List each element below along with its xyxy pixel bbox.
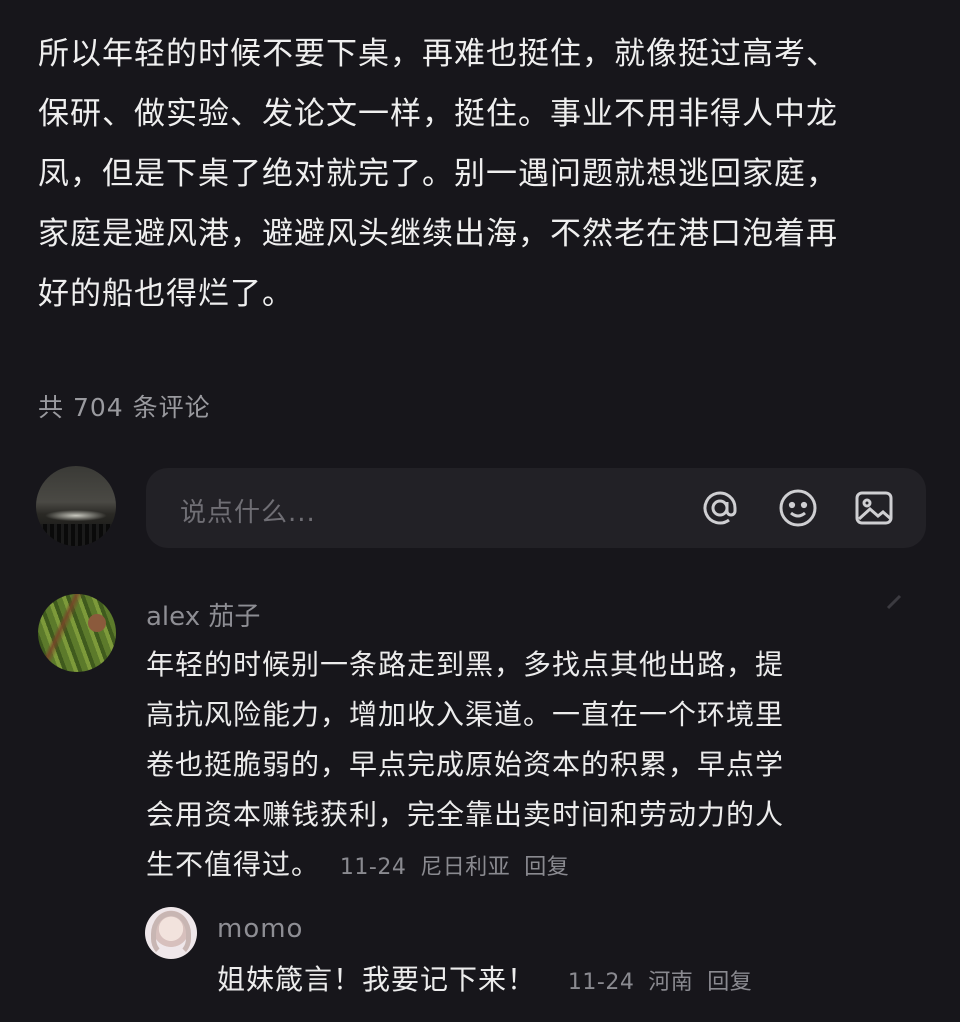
reply-date: 11-24	[567, 970, 635, 995]
reply-location: 河南	[648, 970, 694, 995]
avatar-image-detail	[151, 911, 191, 957]
post-line: 保研、做实验、发论文一样，挺住。事业不用非得人中龙	[38, 96, 838, 132]
comment-reply-button[interactable]: 回复	[524, 855, 569, 880]
commenter-avatar[interactable]	[38, 594, 116, 672]
reply-reply-button[interactable]: 回复	[707, 970, 752, 995]
avatar-image-detail	[36, 524, 116, 546]
at-icon[interactable]	[698, 486, 742, 530]
comment-line: 会用资本赚钱获利，完全靠出卖时间和劳动力的人	[146, 798, 785, 831]
emoji-icon[interactable]	[776, 486, 820, 530]
comment-line: 高抗风险能力，增加收入渠道。一直在一个环境里	[146, 698, 785, 731]
post-line: 家庭是避风港，避避风头继续出海，不然老在港口泡着再	[38, 216, 838, 252]
reply-avatar[interactable]	[145, 907, 197, 959]
comment-last-line: 生不值得过。 11-24 尼日利亚 回复	[146, 840, 846, 893]
image-icon[interactable]	[852, 486, 896, 530]
current-user-avatar[interactable]	[36, 466, 116, 546]
post-line: 所以年轻的时候不要下桌，再难也挺住，就像挺过高考、	[38, 36, 838, 72]
comment-line: 生不值得过。	[146, 848, 321, 881]
post-body: 所以年轻的时候不要下桌，再难也挺住，就像挺过高考、 保研、做实验、发论文一样，挺…	[38, 24, 933, 324]
comment-count: 共 704 条评论	[38, 393, 211, 422]
reply-body: 姐妹箴言！我要记下来！ 11-24 河南 回复	[217, 955, 752, 1008]
reply-username[interactable]: momo	[217, 914, 303, 944]
comment-body: 年轻的时候别一条路走到黑，多找点其他出路，提 高抗风险能力，增加收入渠道。一直在…	[146, 640, 846, 893]
comment-username[interactable]: alex 茄子	[146, 596, 260, 633]
comment-input[interactable]: 说点什么...	[146, 468, 926, 548]
reply-text: 姐妹箴言！我要记下来！	[217, 963, 537, 996]
post-line: 好的船也得烂了。	[38, 276, 294, 312]
comment-line: 卷也挺脆弱的，早点完成原始资本的积累，早点学	[146, 748, 785, 781]
comment-input-placeholder: 说点什么...	[180, 498, 316, 528]
comment-date: 11-24	[339, 855, 407, 880]
comment-location: 尼日利亚	[420, 855, 511, 880]
comment-line: 年轻的时候别一条路走到黑，多找点其他出路，提	[146, 648, 785, 681]
post-line: 凤，但是下桌了绝对就完了。别一遇问题就想逃回家庭，	[38, 156, 838, 192]
more-icon[interactable]	[884, 592, 904, 612]
avatar-image-detail	[88, 614, 106, 632]
